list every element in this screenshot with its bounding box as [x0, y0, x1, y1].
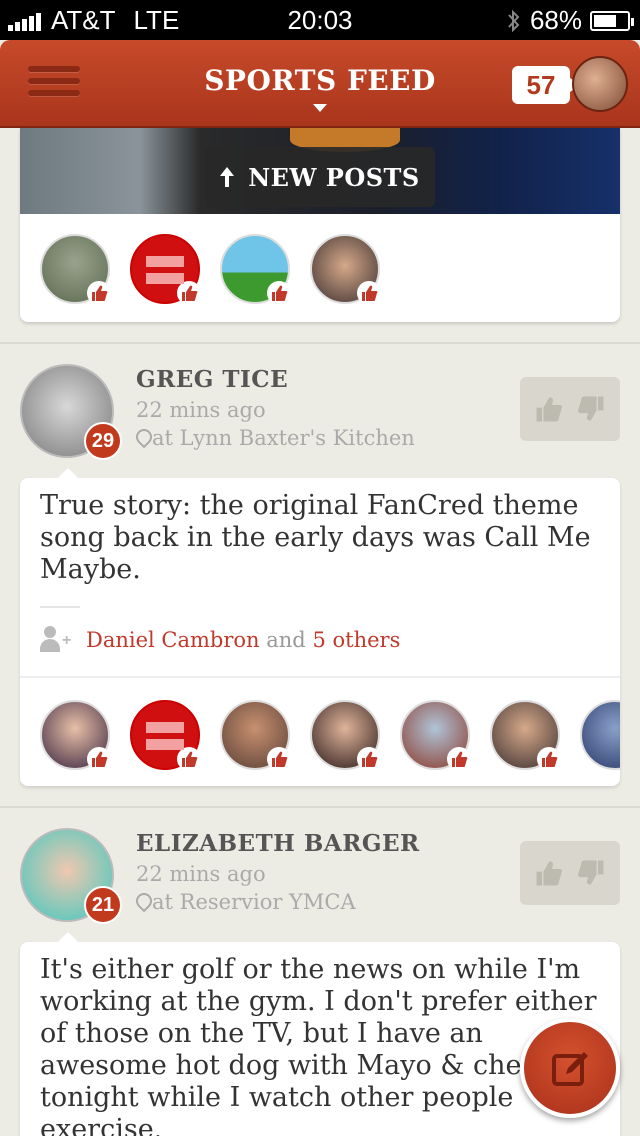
post-time: 22 mins ago	[136, 398, 266, 422]
section-divider	[0, 806, 640, 808]
rank-badge: 29	[84, 422, 122, 460]
vote-buttons[interactable]	[520, 377, 620, 441]
post-location[interactable]: at Reservior YMCA	[136, 890, 356, 914]
chevron-down-icon[interactable]	[313, 104, 327, 112]
author-name[interactable]: GREG TICE	[136, 366, 288, 393]
section-divider	[0, 342, 640, 344]
status-bar: AT&T LTE 20:03 68%	[0, 0, 640, 40]
likes-joiner: and	[266, 628, 306, 652]
liker-avatar[interactable]	[130, 234, 201, 305]
liker-avatar[interactable]	[580, 700, 620, 770]
liker-avatars	[40, 234, 381, 305]
thumbs-down-icon[interactable]	[573, 855, 609, 891]
bluetooth-icon	[508, 9, 520, 32]
liker-avatar[interactable]	[310, 234, 381, 305]
compose-button[interactable]	[520, 1018, 620, 1118]
arrow-up-icon	[220, 167, 235, 187]
thumbs-up-icon	[87, 281, 111, 305]
location-label: at Reservior YMCA	[152, 890, 356, 914]
location-pin-icon	[136, 429, 148, 447]
new-posts-button[interactable]: NEW POSTS	[205, 147, 435, 207]
thumbs-up-icon	[447, 747, 471, 771]
card-divider	[20, 676, 620, 678]
liker-avatar[interactable]	[40, 700, 111, 771]
post-time: 22 mins ago	[136, 862, 266, 886]
post-card: True story: the original FanCred theme s…	[20, 468, 620, 786]
liker-avatar[interactable]	[220, 234, 291, 305]
thumbs-up-icon[interactable]	[531, 855, 567, 891]
liker-avatar[interactable]	[310, 700, 381, 771]
thumbs-up-icon	[87, 747, 111, 771]
location-label: at Lynn Baxter's Kitchen	[152, 426, 415, 450]
vote-buttons[interactable]	[520, 841, 620, 905]
battery-icon	[590, 10, 634, 31]
rank-badge: 21	[84, 886, 122, 924]
post-location[interactable]: at Lynn Baxter's Kitchen	[136, 426, 415, 450]
liker-name-link[interactable]: Daniel Cambron	[86, 628, 260, 652]
notification-count-badge[interactable]: 57	[512, 66, 580, 104]
liker-avatar[interactable]	[130, 700, 201, 771]
thumbs-up-icon	[267, 281, 291, 305]
thumbs-up-icon	[357, 747, 381, 771]
likes-others-link[interactable]: 5 others	[312, 628, 400, 652]
thumbs-up-icon[interactable]	[531, 391, 567, 427]
liker-avatars	[40, 698, 620, 778]
thumbs-up-icon	[267, 747, 291, 771]
liker-avatar[interactable]	[490, 700, 561, 771]
thumbs-up-icon	[537, 747, 561, 771]
thumbs-up-icon	[177, 747, 201, 771]
text-divider	[40, 606, 80, 608]
battery-percent: 68%	[529, 5, 582, 35]
new-posts-label: NEW POSTS	[248, 162, 420, 192]
location-pin-icon	[136, 893, 148, 911]
liker-avatar[interactable]	[220, 700, 291, 771]
thumbs-up-icon	[357, 281, 381, 305]
compose-icon	[552, 1052, 588, 1086]
profile-avatar[interactable]	[572, 56, 628, 112]
add-user-icon[interactable]: +	[40, 626, 72, 654]
post-text: True story: the original FanCred theme s…	[40, 490, 591, 585]
thumbs-up-icon	[177, 281, 201, 305]
thumbs-down-icon[interactable]	[573, 391, 609, 427]
liker-avatar[interactable]	[400, 700, 471, 771]
liker-avatar[interactable]	[40, 234, 111, 305]
likes-summary: + Daniel Cambron and 5 others	[40, 626, 400, 654]
author-name[interactable]: ELIZABETH BARGER	[136, 830, 420, 857]
